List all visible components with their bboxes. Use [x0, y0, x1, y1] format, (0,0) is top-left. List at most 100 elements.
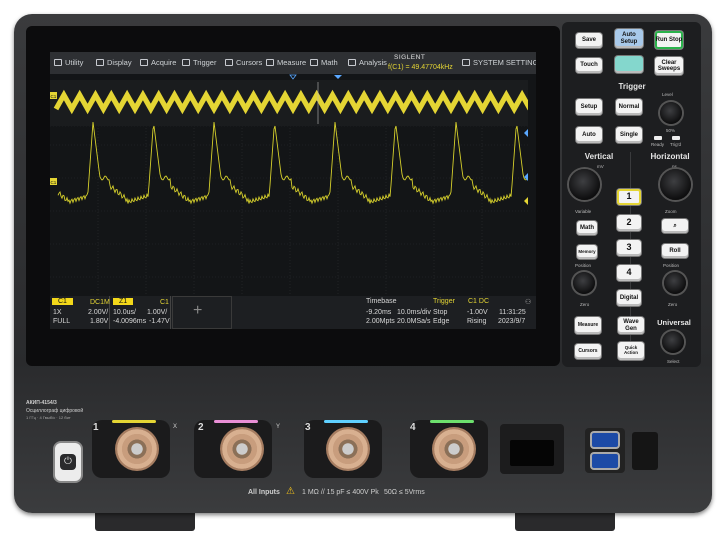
run-stop-button[interactable]: Run Stop	[655, 31, 683, 49]
usb-panel	[585, 428, 625, 473]
svg-text:C1: C1	[51, 94, 57, 99]
channel-4-label: 4	[410, 422, 416, 433]
vertical-scale-knob[interactable]	[569, 169, 600, 200]
trigger-slope: Rising	[467, 318, 487, 325]
clear-sweeps-button[interactable]: Clear Sweeps	[655, 57, 683, 75]
channel-2-button[interactable]: 2	[617, 215, 641, 231]
variable-label: Variable	[575, 209, 592, 214]
menu-analysis[interactable]: Analysis	[348, 58, 387, 67]
vertical-section-title: Vertical	[584, 152, 614, 161]
trigger-position-marker[interactable]	[334, 75, 342, 79]
trigger-setup-button[interactable]: Setup	[576, 99, 602, 115]
usb-port-2[interactable]	[592, 454, 618, 468]
timebase-box[interactable]: Timebase -9.20ms 10.0ms/div 2.00Mpts 20.…	[363, 296, 431, 329]
horizontal-position-knob[interactable]	[664, 272, 686, 294]
menu-math[interactable]: Math	[310, 58, 338, 67]
roll-button[interactable]: Roll	[662, 244, 688, 258]
menu-cursors[interactable]: Cursors	[225, 58, 262, 67]
c1-info-box[interactable]: C1 DC1M 1X 2.00V/ FULL 1.80V	[50, 296, 110, 329]
main-channel-marker[interactable]: C1	[50, 178, 57, 185]
zoom-channel-marker[interactable]: C1	[50, 92, 57, 99]
trigger-single-button[interactable]: Single	[616, 127, 642, 143]
channel-4-bnc-connector[interactable]	[432, 427, 476, 471]
menu-measure[interactable]: Measure	[266, 58, 306, 67]
plus-icon: +	[193, 302, 203, 319]
menu-utility[interactable]: Utility	[54, 58, 83, 67]
touch-button[interactable]: Touch	[576, 58, 602, 73]
menu-display[interactable]: Display	[96, 58, 132, 67]
network-icon: ⚇	[525, 299, 532, 306]
history-button[interactable]	[615, 56, 643, 73]
zero-h-label: Zero	[668, 302, 678, 307]
math-button[interactable]: Math	[577, 221, 597, 235]
horizontal-scale-knob[interactable]	[660, 169, 691, 200]
measure-icon	[266, 59, 274, 66]
channel-3-color-ring	[324, 420, 368, 423]
power-button[interactable]: ⏻	[55, 443, 81, 481]
model-description: Осциллограф цифровой	[26, 408, 84, 414]
cursors-icon	[225, 59, 233, 66]
zoom-search-button[interactable]: ⌕	[662, 219, 688, 233]
clock-time: 11:31:25	[499, 309, 526, 316]
horizontal-position-marker[interactable]	[289, 74, 297, 80]
zero-v-label: Zero	[580, 302, 590, 307]
channel-1-button[interactable]: 1	[617, 189, 641, 205]
position-h-label: Position	[663, 263, 680, 268]
universal-knob[interactable]	[662, 331, 684, 353]
trigger-label: Trigger	[433, 298, 455, 305]
y-input-label: Y	[276, 424, 281, 430]
fifty-percent-label: 50%	[666, 128, 676, 133]
trigger-type: Edge	[433, 318, 450, 325]
digital-button[interactable]: Digital	[617, 290, 641, 306]
clock-box: ⚇ 11:31:25 2023/9/7	[493, 296, 536, 329]
measure-button[interactable]: Measure	[575, 317, 601, 334]
channel-2-color-ring	[214, 420, 258, 423]
z1-info-box[interactable]: Z1 C1 10.0us/ 1.00V/ -4.0096ms -1.47V	[111, 296, 171, 329]
trigger-normal-button[interactable]: Normal	[616, 99, 642, 115]
c1-tag: C1	[52, 298, 73, 305]
channel-4-button[interactable]: 4	[617, 265, 641, 281]
trigd-led	[672, 136, 680, 140]
vertical-position-knob[interactable]	[573, 272, 595, 294]
menu-trigger[interactable]: Trigger	[182, 58, 216, 67]
probe-port[interactable]	[510, 440, 554, 466]
analysis-icon	[348, 59, 356, 66]
quick-action-button[interactable]: Quick Action	[618, 342, 644, 360]
cursors-button[interactable]: Cursors	[575, 344, 601, 359]
timebase-per-div: 10.0ms/div	[397, 309, 431, 316]
memory-button[interactable]: Memory	[577, 245, 597, 259]
math-icon	[310, 59, 318, 66]
menu-acquire[interactable]: Acquire	[140, 58, 176, 67]
channel-3-bnc-connector[interactable]	[326, 427, 370, 471]
trigger-info-box[interactable]: Trigger C1 DC Stop -1.00V Edge Rising	[431, 296, 491, 329]
save-button[interactable]: Save	[576, 33, 602, 48]
menu-system-settings[interactable]: SYSTEM SETTINGS	[462, 58, 536, 67]
input-spec-label-2: 50Ω ≤ 5Vrms	[384, 489, 425, 496]
select-label: Select	[667, 359, 680, 364]
channel-3-button[interactable]: 3	[617, 240, 641, 256]
info-bar: C1 DC1M 1X 2.00V/ FULL 1.80V Z1 C1 10.0u…	[50, 296, 536, 329]
wave-gen-button[interactable]: Wave Gen	[618, 317, 644, 334]
c1-offset: 1.80V	[90, 318, 109, 325]
c1-bandwidth: FULL	[53, 318, 71, 325]
ch1-level-marker[interactable]	[524, 197, 528, 205]
ch1-waveform	[57, 121, 528, 205]
trigger-level-marker[interactable]	[524, 129, 528, 137]
z1-position: -4.0096ms	[113, 318, 147, 325]
auto-setup-button[interactable]: Auto Setup	[615, 29, 643, 48]
position-v-label: Position	[575, 263, 592, 268]
z1-tag: Z1	[113, 298, 134, 305]
channel-1-bnc-connector[interactable]	[115, 427, 159, 471]
aux-connector[interactable]	[632, 432, 658, 470]
channel-1-label: 1	[93, 422, 99, 433]
control-panel: Save Auto Setup Run Stop Touch Clear Swe…	[562, 22, 701, 367]
x-input-label: X	[173, 424, 178, 430]
channel-4-color-ring	[430, 420, 474, 423]
trigger-level-knob[interactable]	[660, 102, 682, 124]
c1-coupling: DC1M	[90, 299, 110, 306]
trigger-auto-button[interactable]: Auto	[576, 127, 602, 143]
add-channel-box[interactable]: +	[172, 296, 232, 329]
power-icon: ⏻	[60, 454, 76, 470]
usb-port-1[interactable]	[592, 433, 618, 447]
channel-2-bnc-connector[interactable]	[220, 427, 264, 471]
